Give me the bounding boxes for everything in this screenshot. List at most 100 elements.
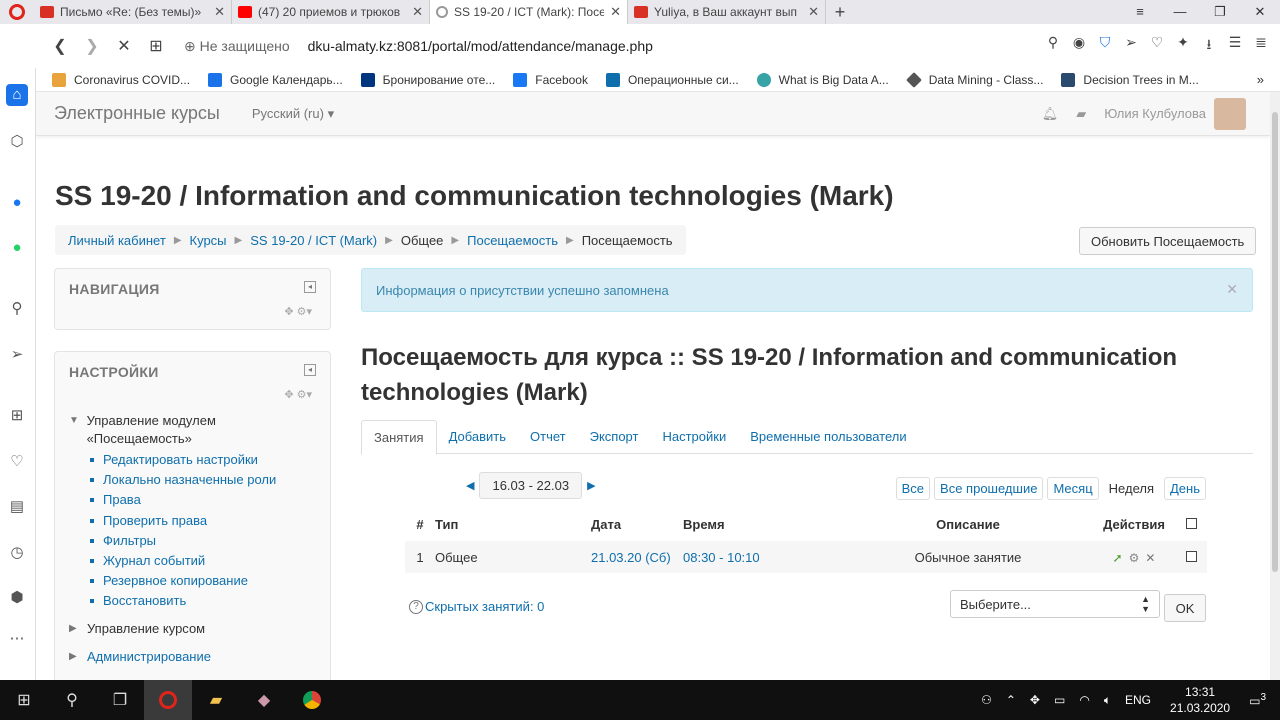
history-icon[interactable]: ◷ [6,542,28,564]
stop-icon[interactable]: ✕ [108,36,140,56]
bookmark-3[interactable]: Бронирование оте... [360,72,495,87]
battery-icon[interactable]: ▭ [1054,693,1065,707]
opera-logo-icon[interactable] [0,0,34,24]
select-all-checkbox[interactable] [1185,517,1197,529]
list-item[interactable]: Локально назначенные роли [90,470,319,490]
minimize-icon[interactable]: — [1160,0,1200,24]
search-icon[interactable]: ⚲ [48,680,96,720]
avatar[interactable] [1214,97,1246,130]
whatsapp-icon[interactable]: ● [6,237,28,259]
view-day-button[interactable]: День [1164,477,1206,500]
close-tab-icon[interactable]: ✕ [610,4,621,20]
task-view-icon[interactable]: ❐ [96,680,144,720]
news-icon[interactable]: ▤ [6,496,28,518]
breadcrumb-courses[interactable]: Курсы [190,233,227,248]
block-actions-icon[interactable]: ✥ ⚙▾ [284,305,312,318]
prev-week-icon[interactable]: ◀ [466,479,474,492]
bookmark-6[interactable]: What is Big Data A... [756,72,889,87]
edit-gear-icon[interactable]: ⚙ [1129,551,1140,565]
next-week-icon[interactable]: ▶ [587,479,595,492]
session-time[interactable]: 08:30 - 10:10 [683,541,843,573]
module-admin-node[interactable]: ▼ Управление модулем «Посещаемость» [69,412,319,448]
dropbox-icon[interactable]: ✥ [1030,693,1040,707]
chrome-icon[interactable] [288,680,336,720]
tab-report[interactable]: Отчет [518,420,578,453]
update-attendance-button[interactable]: Обновить Посещаемость [1079,227,1257,255]
hidden-sessions-link[interactable]: ? Скрытых занятий: 0 [409,599,544,614]
maximize-icon[interactable]: ❐ [1200,0,1240,24]
clock[interactable]: 13:31 21.03.2020 [1170,684,1230,716]
tab-add[interactable]: Добавить [437,420,518,453]
volume-icon[interactable]: 🔈︎ [1104,693,1111,708]
view-past-button[interactable]: Все прошедшие [934,477,1044,500]
breadcrumb-dashboard[interactable]: Личный кабинет [68,233,166,248]
windows-start-icon[interactable]: ⊞ [0,680,48,720]
bookmark-7[interactable]: Data Mining - Class... [905,71,1043,88]
send-icon[interactable]: ➢ [1122,34,1140,58]
tab-list-icon[interactable]: ☰ [1226,34,1244,58]
tab-menu-icon[interactable]: ≡ [1120,0,1160,24]
extensions-icon[interactable]: ⬢ [6,587,28,609]
browser-tab-2[interactable]: (47) 20 приемов и трюков ✕ [232,0,430,24]
list-item[interactable]: Права [90,490,319,510]
scrollbar-thumb[interactable] [1272,112,1278,572]
new-tab-button[interactable]: + [826,2,854,23]
dock-icon[interactable]: ◂ [304,281,316,293]
heart-icon[interactable]: ♡ [1148,34,1166,58]
opera-taskbar-icon[interactable] [144,680,192,720]
breadcrumb-course[interactable]: SS 19-20 / ICT (Mark) [250,233,377,248]
tab-temp-users[interactable]: Временные пользователи [738,420,918,453]
menu-icon[interactable]: ≣ [1252,34,1270,58]
people-icon[interactable]: ⚇ [981,693,992,707]
ok-button[interactable]: OK [1164,594,1206,622]
messages-icon[interactable]: ▰ [1076,106,1086,122]
list-item[interactable]: Резервное копирование [90,571,319,591]
bookmark-2[interactable]: Google Календарь... [208,72,343,87]
input-language[interactable]: ENG [1125,693,1151,707]
browser-tab-1[interactable]: Письмо «Re: (Без темы)» ✕ [34,0,232,24]
breadcrumb-attendance[interactable]: Посещаемость [467,233,558,248]
course-admin-node[interactable]: ▶ Управление курсом [69,620,319,638]
close-tab-icon[interactable]: ✕ [412,4,423,20]
bookmark-5[interactable]: Операционные си... [605,72,739,87]
app-icon[interactable]: ◆ [240,680,288,720]
show-hidden-icon[interactable]: ⌃ [1006,693,1016,707]
user-name[interactable]: Юлия Кулбулова [1104,106,1206,121]
list-item[interactable]: Фильтры [90,531,319,551]
bulk-action-select[interactable]: Выберите... ▲ ▼ [950,590,1160,618]
apps-icon[interactable]: ⊞ [6,405,28,427]
bookmark-1[interactable]: Coronavirus COVID... [52,72,190,87]
view-month-button[interactable]: Месяц [1047,477,1099,500]
take-attendance-icon[interactable]: ➚ [1113,551,1123,565]
list-item[interactable]: Журнал событий [90,551,319,571]
send-icon[interactable]: ➢ [6,344,28,366]
heart-icon[interactable]: ♡ [6,451,28,473]
search-icon[interactable]: ⚲ [6,298,28,320]
block-actions-icon[interactable]: ✥ ⚙▾ [284,388,312,401]
browser-tab-3[interactable]: SS 19-20 / ICT (Mark): Посе ✕ [430,0,628,24]
page-scrollbar[interactable] [1270,92,1280,680]
search-icon[interactable]: ⚲ [1044,34,1062,58]
date-range[interactable]: 16.03 - 22.03 [479,472,583,499]
tab-export[interactable]: Экспорт [578,420,651,453]
more-bookmarks-icon[interactable]: » [1257,72,1264,87]
site-admin-node[interactable]: ▶ Администрирование [69,648,319,666]
dock-icon[interactable]: ◂ [304,364,316,376]
language-menu[interactable]: Русский (ru) ▾ [252,106,334,122]
notifications-icon[interactable]: ▭3 [1249,692,1266,708]
close-window-icon[interactable]: ✕ [1240,0,1280,24]
close-tab-icon[interactable]: ✕ [214,4,225,20]
tab-sessions[interactable]: Занятия [361,420,437,455]
help-icon[interactable]: ? [409,599,423,614]
wifi-icon[interactable]: ◠ [1079,693,1089,707]
tab-settings[interactable]: Настройки [650,420,738,453]
back-icon[interactable]: ❮ [44,36,76,56]
close-tab-icon[interactable]: ✕ [808,4,819,20]
bookmark-4[interactable]: Facebook [513,72,588,87]
messenger-icon[interactable]: ● [6,192,28,214]
forward-icon[interactable]: ❯ [76,36,108,56]
view-all-button[interactable]: Все [895,477,931,500]
notification-bell-icon[interactable]: 🔔︎ [1042,106,1059,122]
bookmark-8[interactable]: Decision Trees in M... [1061,72,1199,87]
close-alert-icon[interactable]: ✕ [1226,281,1238,298]
